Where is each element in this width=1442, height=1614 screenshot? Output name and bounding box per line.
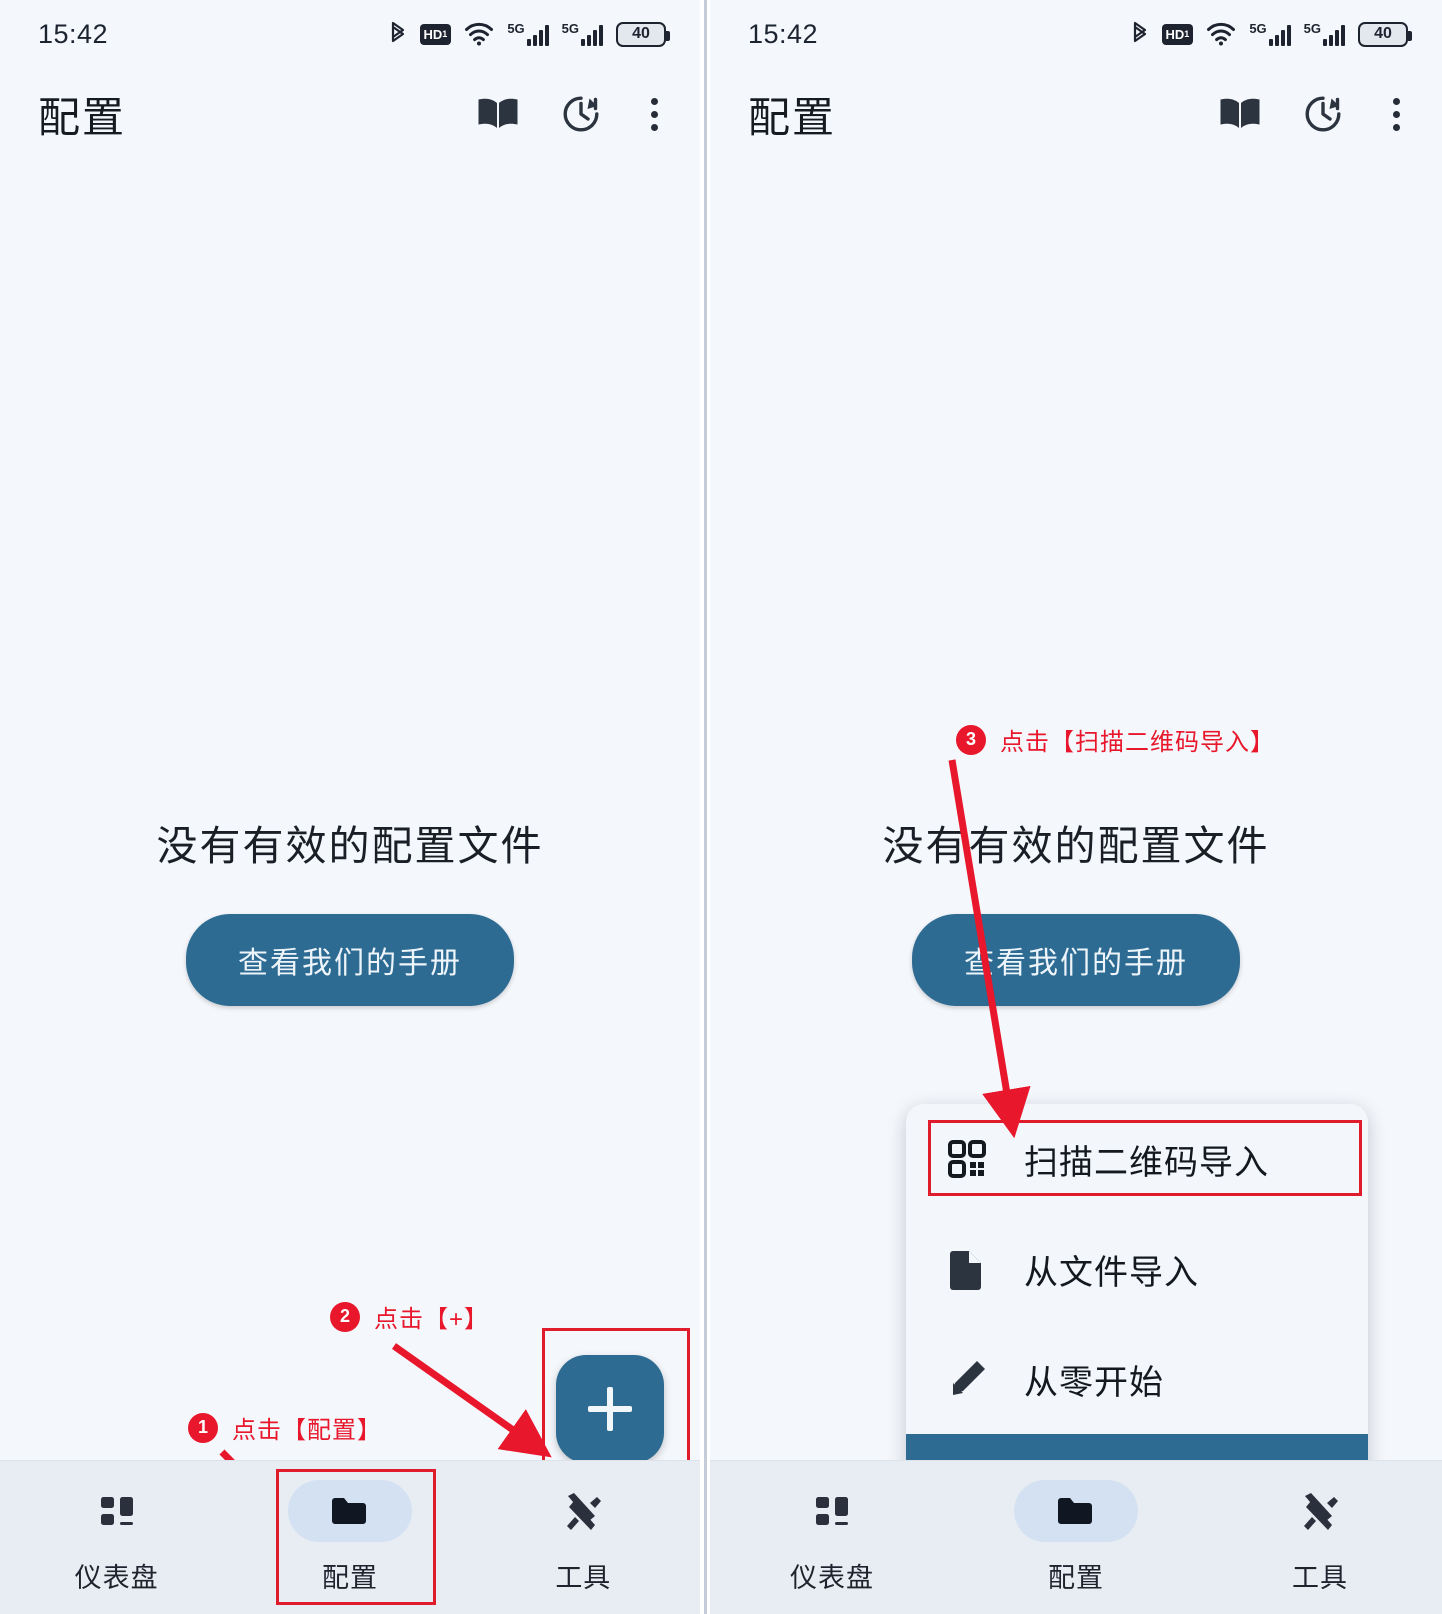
file-icon — [946, 1248, 988, 1290]
annotation-2-text: 点击【+】 — [374, 1306, 490, 1333]
page-title: 配置 — [38, 93, 127, 141]
nav-item-profiles-right[interactable]: 配置 — [954, 1480, 1198, 1595]
signal-5g-icon-1: 5G — [507, 22, 549, 46]
status-icons: HD 1 5G 5G 40 — [389, 21, 670, 47]
nav-item-dashboard[interactable]: 仪表盘 — [0, 1480, 233, 1595]
hd-voice-icon: HD 1 — [1161, 23, 1194, 45]
status-clock: 15:42 — [38, 18, 109, 49]
status-bar-right: 15:42 HD 1 5G 5G 40 — [710, 0, 1442, 68]
book-icon[interactable] — [475, 94, 521, 134]
content-area-right: 没有有效的配置文件 查看我们的手册 扫描二维码导入 从文件导入 从零开始 3 点… — [710, 160, 1442, 1544]
overflow-menu-icon[interactable] — [641, 94, 668, 135]
status-icons-right: HD 1 5G 5G 40 — [1131, 21, 1412, 47]
menu-item-import-file[interactable]: 从文件导入 — [906, 1214, 1368, 1324]
screenshot-stage: 15:42 HD 1 5G 5G 40 配置 没有有效的配置文件 查看我们的手册… — [0, 0, 1442, 1614]
annotation-3: 3 点击【扫描二维码导入】 — [956, 722, 1275, 757]
content-area-left: 没有有效的配置文件 查看我们的手册 2 点击【+】 1 点击【配置】 — [0, 160, 700, 1480]
annotation-3-text: 点击【扫描二维码导入】 — [1000, 729, 1275, 756]
app-bar-left: 配置 — [0, 68, 700, 160]
nav-item-tools-right[interactable]: 工具 — [1198, 1480, 1442, 1595]
nav-pill-dashboard — [55, 1480, 179, 1542]
page-title-right: 配置 — [748, 93, 837, 141]
phone-screen-right: 15:42 HD 1 5G 5G 40 配置 没有有效的配置文件 查看我们的手册… — [710, 0, 1442, 1614]
status-bar-left: 15:42 HD 1 5G 5G 40 — [0, 0, 700, 68]
annotation-1: 1 点击【配置】 — [188, 1410, 382, 1445]
status-clock-right: 15:42 — [748, 18, 819, 49]
book-icon[interactable] — [1217, 94, 1263, 134]
nav-pill-tools-right — [1258, 1480, 1382, 1542]
nav-item-dashboard-right[interactable]: 仪表盘 — [710, 1480, 954, 1595]
bluetooth-icon — [1131, 21, 1149, 47]
nav-pill-dashboard-right — [770, 1480, 894, 1542]
empty-state-right: 没有有效的配置文件 查看我们的手册 — [710, 812, 1442, 1006]
overflow-menu-icon[interactable] — [1383, 94, 1410, 135]
signal-5g-icon-2: 5G — [562, 22, 603, 46]
empty-state-title-right: 没有有效的配置文件 — [882, 823, 1270, 869]
phone-screen-left: 15:42 HD 1 5G 5G 40 配置 没有有效的配置文件 查看我们的手册… — [0, 0, 700, 1614]
nav-item-tools[interactable]: 工具 — [467, 1480, 700, 1595]
nav-pill-profiles-right — [1014, 1480, 1138, 1542]
battery-icon: 40 — [616, 21, 670, 47]
app-bar-actions-right — [1217, 92, 1410, 136]
tools-icon — [567, 1493, 602, 1530]
nav-label-tools: 工具 — [555, 1563, 612, 1593]
app-bar-right: 配置 — [710, 68, 1442, 160]
empty-state-title: 没有有效的配置文件 — [156, 823, 544, 869]
menu-item-from-scratch[interactable]: 从零开始 — [906, 1324, 1368, 1434]
history-update-icon[interactable] — [1301, 92, 1345, 136]
signal-5g-icon-1: 5G — [1249, 22, 1291, 46]
menu-item-from-scratch-label: 从零开始 — [1024, 1363, 1164, 1402]
battery-icon: 40 — [1358, 21, 1412, 47]
nav-label-dashboard-right: 仪表盘 — [790, 1563, 874, 1593]
tools-icon — [1304, 1493, 1338, 1530]
annotation-1-text: 点击【配置】 — [232, 1417, 382, 1444]
wifi-icon — [1206, 21, 1236, 47]
annotation-1-number: 1 — [188, 1412, 218, 1443]
panel-divider — [700, 0, 710, 1614]
wifi-icon — [464, 21, 494, 47]
nav-label-profiles-right: 配置 — [1048, 1563, 1104, 1593]
nav-label-dashboard: 仪表盘 — [74, 1563, 159, 1593]
menu-item-import-file-label: 从文件导入 — [1024, 1253, 1199, 1292]
history-update-icon[interactable] — [559, 92, 603, 136]
bottom-nav-right: 仪表盘 配置 工具 — [710, 1460, 1442, 1614]
bottom-nav-left: 仪表盘 配置 工具 — [0, 1460, 700, 1614]
highlight-box-fab — [542, 1328, 690, 1480]
app-bar-actions — [475, 92, 668, 136]
dashboard-icon — [816, 1497, 848, 1525]
annotation-2-arrow — [391, 1343, 552, 1458]
signal-5g-icon-2: 5G — [1304, 22, 1345, 46]
annotation-2-number: 2 — [330, 1301, 360, 1332]
annotation-3-number: 3 — [956, 724, 986, 755]
pencil-icon — [946, 1359, 988, 1399]
folder-icon — [1058, 1498, 1092, 1524]
nav-pill-tools — [521, 1480, 645, 1542]
highlight-box-profiles-tab — [276, 1469, 436, 1605]
bluetooth-icon — [389, 21, 407, 47]
highlight-box-scan-qr — [928, 1120, 1362, 1196]
hd-voice-icon: HD 1 — [419, 23, 452, 45]
view-manual-button[interactable]: 查看我们的手册 — [186, 914, 514, 1006]
empty-state-left: 没有有效的配置文件 查看我们的手册 — [0, 812, 700, 1006]
view-manual-button-right[interactable]: 查看我们的手册 — [912, 914, 1240, 1006]
dashboard-icon — [100, 1497, 133, 1525]
nav-label-tools-right: 工具 — [1292, 1563, 1348, 1593]
annotation-2: 2 点击【+】 — [330, 1299, 489, 1334]
